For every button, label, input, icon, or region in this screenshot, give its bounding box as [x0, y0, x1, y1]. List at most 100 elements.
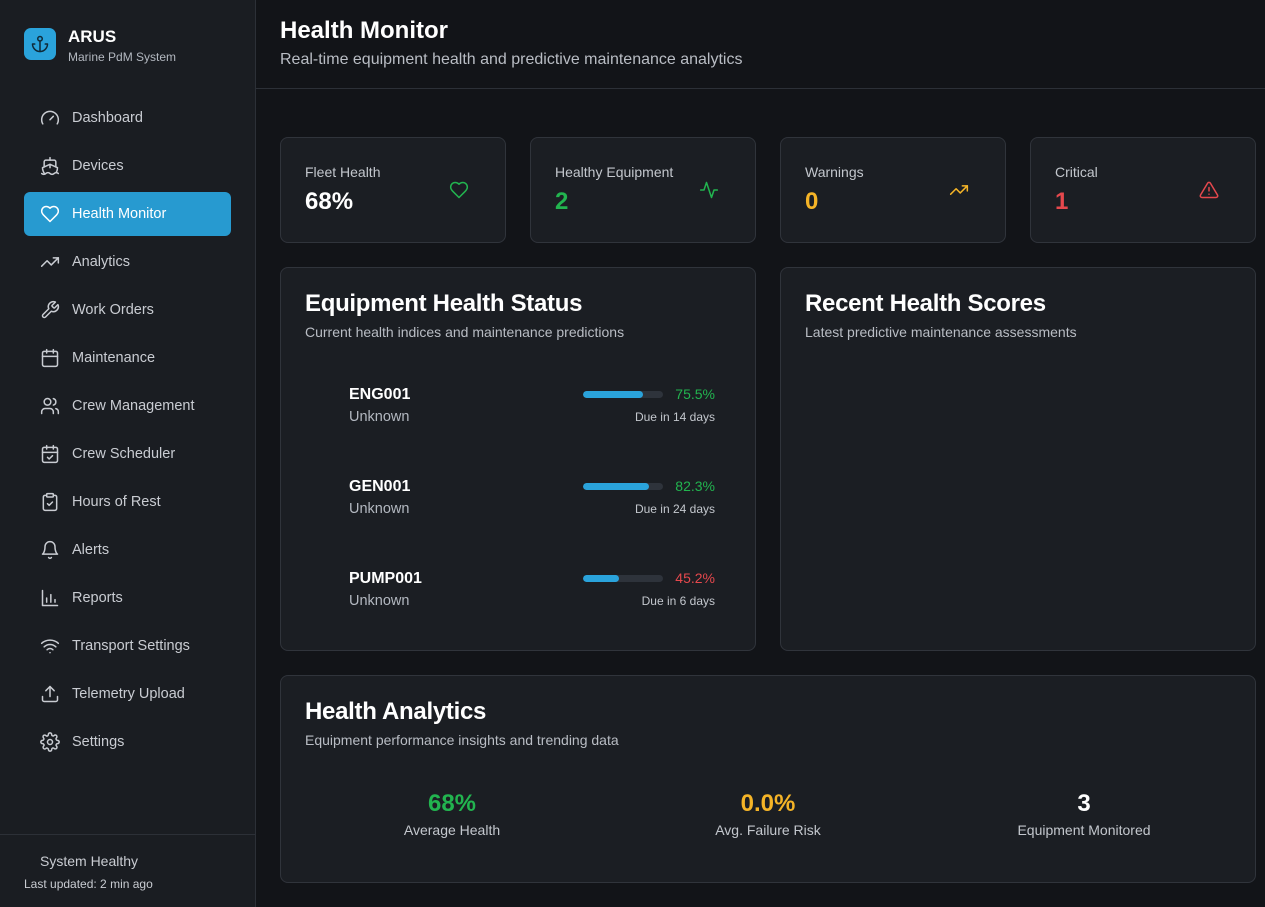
sidebar-item-work-orders[interactable]: Work Orders: [24, 288, 231, 332]
heart-icon: [449, 181, 469, 199]
system-status: System Healthy: [40, 853, 139, 869]
maintenance-due: Due in 14 days: [634, 410, 715, 424]
heart-icon: [40, 205, 60, 223]
health-progress-fill: [583, 575, 620, 582]
clipboard-check-icon: [42, 492, 58, 512]
sidebar-nav: Dashboard Devices Health Monitor Analyti…: [24, 96, 231, 768]
stat-card-healthy-equipment: Healthy Equipment 2: [530, 137, 756, 243]
brand-name: ARUS: [68, 27, 117, 46]
equipment-row[interactable]: GEN001 Unknown 82.3% Due in 24 days: [349, 478, 715, 524]
stat-value: 2: [555, 188, 569, 215]
activity-icon: [699, 181, 719, 199]
metric-equipment-monitored: 3 Equipment Monitored: [934, 790, 1234, 838]
equipment-type: Unknown: [349, 593, 410, 609]
anchor-icon: [24, 28, 56, 60]
sidebar-item-crew-management[interactable]: Crew Management: [24, 384, 231, 428]
metric-value: 0.0%: [740, 790, 796, 817]
stat-label: Critical: [1055, 164, 1098, 180]
sidebar-item-dashboard[interactable]: Dashboard: [24, 96, 231, 140]
health-percent: 82.3%: [675, 478, 715, 494]
sidebar-item-hours-of-rest[interactable]: Hours of Rest: [24, 480, 231, 524]
sidebar-item-reports[interactable]: Reports: [24, 576, 231, 620]
metric-value: 3: [1077, 790, 1091, 817]
metric-average-health: 68% Average Health: [302, 790, 602, 838]
equipment-id: PUMP001: [349, 570, 422, 587]
stat-value: 68%: [305, 188, 354, 215]
gauge-icon: [40, 110, 60, 125]
bar-chart-icon: [41, 589, 59, 607]
sidebar-item-label: Alerts: [72, 542, 110, 558]
sidebar-item-label: Telemetry Upload: [72, 686, 185, 702]
sidebar-item-label: Transport Settings: [72, 638, 190, 654]
sidebar-item-transport-settings[interactable]: Transport Settings: [24, 624, 231, 668]
calendar-icon: [41, 348, 59, 368]
sidebar-item-label: Work Orders: [72, 302, 154, 318]
health-progress-fill: [583, 483, 649, 490]
health-progress-bar: [583, 575, 663, 582]
stat-value: 0: [805, 188, 819, 215]
stat-card-critical: Critical 1: [1030, 137, 1256, 243]
equipment-id: GEN001: [349, 478, 411, 495]
health-progress-bar: [583, 483, 663, 490]
gear-icon: [40, 732, 60, 752]
stat-label: Warnings: [805, 164, 864, 180]
sidebar-item-label: Hours of Rest: [72, 494, 161, 510]
sidebar-item-label: Crew Scheduler: [72, 446, 176, 462]
sidebar-item-maintenance[interactable]: Maintenance: [24, 336, 231, 380]
equipment-row[interactable]: PUMP001 Unknown 45.2% Due in 6 days: [349, 570, 715, 616]
sidebar-item-label: Reports: [72, 590, 123, 606]
equipment-type: Unknown: [349, 409, 410, 425]
sidebar-item-label: Crew Management: [72, 398, 195, 414]
sidebar-item-label: Health Monitor: [72, 206, 167, 222]
ship-icon: [40, 156, 60, 176]
sidebar-item-label: Settings: [72, 734, 125, 750]
sidebar-item-label: Analytics: [72, 254, 131, 270]
sidebar-item-label: Dashboard: [72, 110, 143, 126]
sidebar-item-telemetry-upload[interactable]: Telemetry Upload: [24, 672, 231, 716]
sidebar-item-settings[interactable]: Settings: [24, 720, 231, 764]
health-progress-fill: [583, 391, 644, 398]
maintenance-due: Due in 24 days: [634, 502, 715, 516]
card-title: Health Analytics: [305, 698, 487, 725]
users-icon: [40, 397, 60, 415]
metric-avg-failure-risk: 0.0% Avg. Failure Risk: [618, 790, 918, 838]
metric-label: Average Health: [403, 822, 501, 838]
health-analytics-card: Health Analytics Equipment performance i…: [280, 675, 1256, 883]
sidebar-item-alerts[interactable]: Alerts: [24, 528, 231, 572]
wifi-icon: [40, 639, 60, 654]
health-progress-bar: [583, 391, 663, 398]
maintenance-due: Due in 6 days: [641, 594, 715, 608]
bell-icon: [41, 540, 59, 560]
sidebar-item-analytics[interactable]: Analytics: [24, 240, 231, 284]
sidebar-item-devices[interactable]: Devices: [24, 144, 231, 188]
sidebar-item-label: Devices: [72, 158, 124, 174]
sidebar-item-crew-scheduler[interactable]: Crew Scheduler: [24, 432, 231, 476]
upload-icon: [41, 685, 59, 703]
card-title: Equipment Health Status: [305, 290, 583, 317]
trending-up-icon: [40, 257, 60, 267]
sidebar-item-health-monitor[interactable]: Health Monitor: [24, 192, 231, 236]
recent-health-scores-card: Recent Health Scores Latest predictive m…: [780, 267, 1256, 651]
stat-label: Healthy Equipment: [555, 164, 674, 180]
metric-label: Equipment Monitored: [1017, 822, 1151, 838]
card-subtitle: Equipment performance insights and trend…: [305, 732, 619, 748]
stat-card-fleet-health: Fleet Health 68%: [280, 137, 506, 243]
stat-value: 1: [1055, 188, 1069, 215]
metric-label: Avg. Failure Risk: [715, 822, 821, 838]
brand[interactable]: ARUS Marine PdM System: [24, 27, 176, 64]
trending-up-icon: [949, 185, 969, 195]
equipment-row[interactable]: ENG001 Unknown 75.5% Due in 14 days: [349, 386, 715, 432]
page-header: Health Monitor Real-time equipment healt…: [256, 0, 1265, 89]
page-subtitle: Real-time equipment health and predictiv…: [280, 51, 743, 68]
stat-label: Fleet Health: [305, 164, 381, 180]
stat-card-warnings: Warnings 0: [780, 137, 1006, 243]
metric-value: 68%: [427, 790, 477, 817]
equipment-health-status-card: Equipment Health Status Current health i…: [280, 267, 756, 651]
card-subtitle: Current health indices and maintenance p…: [305, 324, 625, 340]
health-percent: 45.2%: [675, 570, 715, 586]
alert-triangle-icon: [1199, 181, 1219, 199]
last-updated: Last updated: 2 min ago: [24, 877, 153, 891]
equipment-type: Unknown: [349, 501, 410, 517]
sidebar-footer: System Healthy Last updated: 2 min ago: [0, 834, 255, 907]
calendar-check-icon: [41, 444, 59, 464]
